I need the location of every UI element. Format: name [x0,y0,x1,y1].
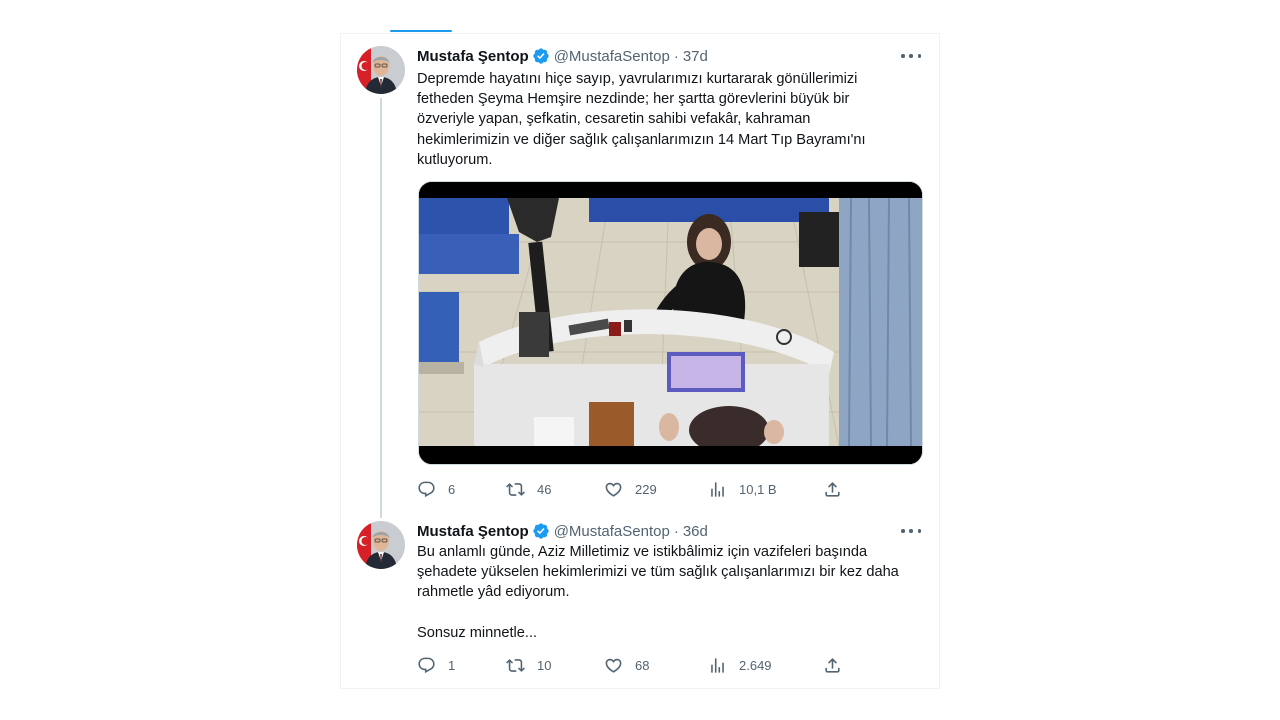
tweet-header: Mustafa Şentop @MustafaSentop · 37d [417,46,708,66]
tab-indicator [390,30,452,32]
tweet[interactable]: Mustafa Şentop @MustafaSentop · 37d Depr… [341,34,939,518]
retweet-icon [506,658,525,672]
author-handle[interactable]: @MustafaSentop [554,523,670,540]
views-icon [711,481,724,497]
retweet-count: 10 [537,657,552,673]
reply-button[interactable]: 1 [417,656,455,675]
tweet-body: Bu anlamlı günde, Aziz Milletimiz ve ist… [417,544,899,601]
views-button[interactable]: 2.649 [708,656,772,675]
timestamp[interactable]: 37d [683,48,708,65]
tweet-text: Bu anlamlı günde, Aziz Milletimiz ve ist… [417,542,917,643]
tweet-thread: Mustafa Şentop @MustafaSentop · 37d Depr… [340,33,940,689]
avatar[interactable] [357,521,405,569]
author-name[interactable]: Mustafa Şentop [417,48,529,65]
reply-button[interactable]: 6 [417,480,455,499]
reply-count: 1 [448,657,456,673]
retweet-button[interactable]: 46 [506,480,551,499]
like-button[interactable]: 229 [604,480,657,499]
reply-icon [418,657,435,673]
more-icon[interactable] [901,48,921,64]
reply-icon [418,481,435,497]
views-button[interactable]: 10,1 B [708,480,777,499]
tweet-body: Depremde hayatını hiçe sayıp, yavrularım… [417,71,866,168]
tweet-actions: 1 10 68 2.649 [417,654,847,676]
share-icon [825,657,840,673]
like-count: 229 [635,481,657,497]
tweet-actions: 6 46 229 10,1 B [417,478,847,500]
retweet-button[interactable]: 10 [506,656,551,675]
timestamp[interactable]: 36d [683,523,708,540]
separator-dot: · [673,47,679,65]
more-icon[interactable] [901,523,921,539]
like-icon [605,482,622,497]
video-thumbnail[interactable] [418,181,923,465]
views-count: 10,1 B [739,481,777,497]
tweet-header: Mustafa Şentop @MustafaSentop · 36d [417,521,708,541]
views-count: 2.649 [739,657,772,673]
tweet[interactable]: Mustafa Şentop @MustafaSentop · 36d Bu a… [341,509,939,689]
share-icon [825,481,840,497]
author-name[interactable]: Mustafa Şentop [417,523,529,540]
like-button[interactable]: 68 [604,656,649,675]
tweet-text: Depremde hayatını hiçe sayıp, yavrularım… [417,69,917,170]
thread-connector [380,98,382,518]
share-button[interactable] [823,480,842,499]
retweet-count: 46 [537,481,552,497]
like-icon [605,658,622,673]
share-button[interactable] [823,656,842,675]
verified-badge-icon [532,47,550,65]
reply-count: 6 [448,481,456,497]
tweet-signoff: Sonsuz minnetle... [417,624,538,641]
retweet-icon [506,482,525,496]
like-count: 68 [635,657,650,673]
avatar[interactable] [357,46,405,94]
author-handle[interactable]: @MustafaSentop [554,48,670,65]
verified-badge-icon [532,522,550,540]
views-icon [711,657,724,673]
separator-dot: · [673,522,679,540]
